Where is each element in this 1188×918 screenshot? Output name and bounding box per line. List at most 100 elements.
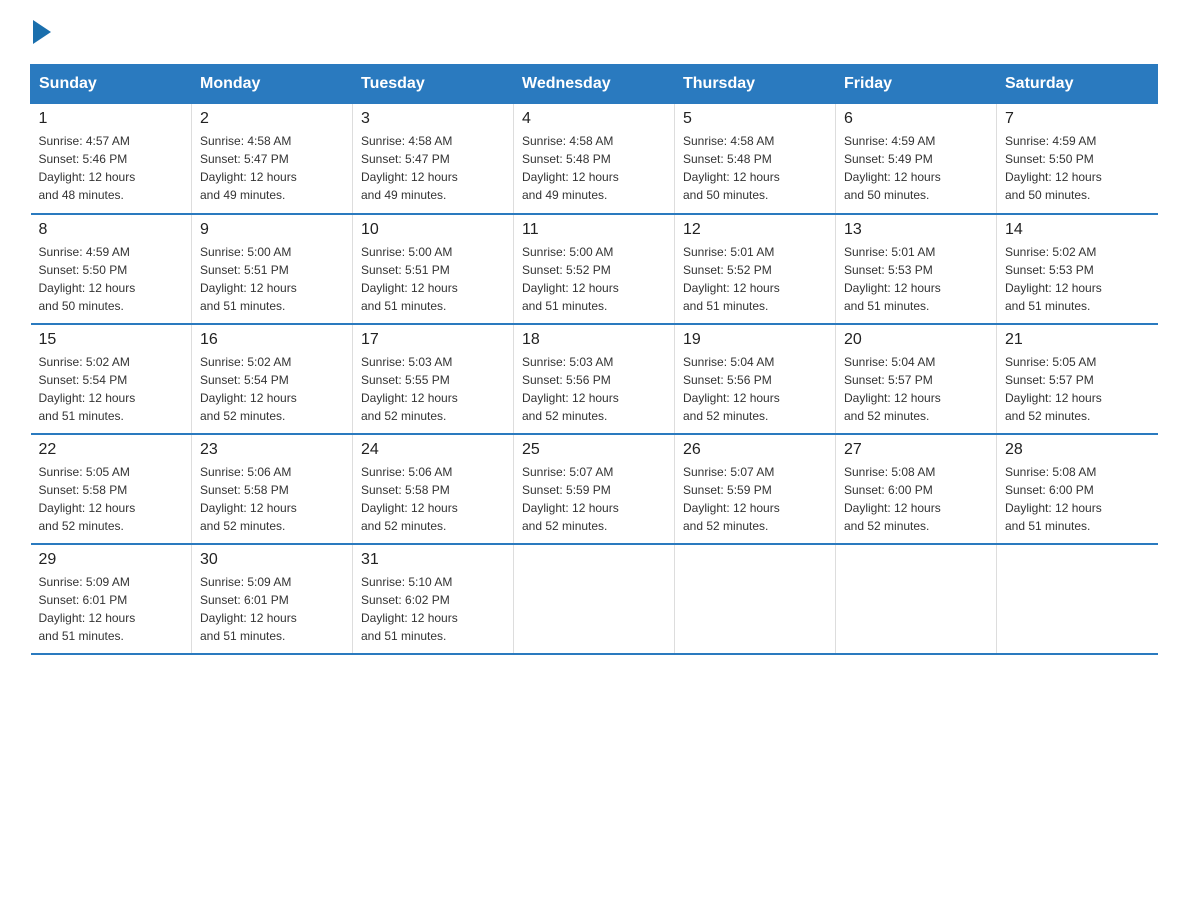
calendar-cell: 25 Sunrise: 5:07 AM Sunset: 5:59 PM Dayl… xyxy=(514,434,675,544)
day-number: 26 xyxy=(683,441,827,459)
day-number: 6 xyxy=(844,110,988,128)
day-info: Sunrise: 5:00 AM Sunset: 5:52 PM Dayligh… xyxy=(522,243,666,315)
day-number: 14 xyxy=(1005,221,1150,239)
calendar-cell: 6 Sunrise: 4:59 AM Sunset: 5:49 PM Dayli… xyxy=(836,104,997,214)
day-info: Sunrise: 5:01 AM Sunset: 5:52 PM Dayligh… xyxy=(683,243,827,315)
day-info: Sunrise: 5:02 AM Sunset: 5:54 PM Dayligh… xyxy=(200,353,344,425)
calendar-cell: 15 Sunrise: 5:02 AM Sunset: 5:54 PM Dayl… xyxy=(31,324,192,434)
calendar-cell: 29 Sunrise: 5:09 AM Sunset: 6:01 PM Dayl… xyxy=(31,544,192,654)
day-info: Sunrise: 4:59 AM Sunset: 5:49 PM Dayligh… xyxy=(844,132,988,204)
day-number: 11 xyxy=(522,221,666,239)
header-thursday: Thursday xyxy=(675,65,836,104)
day-info: Sunrise: 4:57 AM Sunset: 5:46 PM Dayligh… xyxy=(39,132,184,204)
day-number: 29 xyxy=(39,551,184,569)
week-row-3: 15 Sunrise: 5:02 AM Sunset: 5:54 PM Dayl… xyxy=(31,324,1158,434)
day-number: 12 xyxy=(683,221,827,239)
day-number: 10 xyxy=(361,221,505,239)
calendar-cell: 28 Sunrise: 5:08 AM Sunset: 6:00 PM Dayl… xyxy=(997,434,1158,544)
day-info: Sunrise: 4:58 AM Sunset: 5:47 PM Dayligh… xyxy=(200,132,344,204)
day-info: Sunrise: 5:00 AM Sunset: 5:51 PM Dayligh… xyxy=(361,243,505,315)
day-info: Sunrise: 5:03 AM Sunset: 5:55 PM Dayligh… xyxy=(361,353,505,425)
day-info: Sunrise: 5:00 AM Sunset: 5:51 PM Dayligh… xyxy=(200,243,344,315)
day-info: Sunrise: 5:06 AM Sunset: 5:58 PM Dayligh… xyxy=(361,463,505,535)
calendar-cell: 9 Sunrise: 5:00 AM Sunset: 5:51 PM Dayli… xyxy=(192,214,353,324)
day-info: Sunrise: 5:06 AM Sunset: 5:58 PM Dayligh… xyxy=(200,463,344,535)
logo-triangle-icon xyxy=(33,20,51,44)
calendar-cell: 14 Sunrise: 5:02 AM Sunset: 5:53 PM Dayl… xyxy=(997,214,1158,324)
day-info: Sunrise: 4:58 AM Sunset: 5:47 PM Dayligh… xyxy=(361,132,505,204)
day-info: Sunrise: 5:09 AM Sunset: 6:01 PM Dayligh… xyxy=(200,573,344,645)
day-number: 31 xyxy=(361,551,505,569)
calendar-cell: 7 Sunrise: 4:59 AM Sunset: 5:50 PM Dayli… xyxy=(997,104,1158,214)
day-number: 13 xyxy=(844,221,988,239)
calendar-cell: 11 Sunrise: 5:00 AM Sunset: 5:52 PM Dayl… xyxy=(514,214,675,324)
day-number: 17 xyxy=(361,331,505,349)
header-monday: Monday xyxy=(192,65,353,104)
calendar-cell: 5 Sunrise: 4:58 AM Sunset: 5:48 PM Dayli… xyxy=(675,104,836,214)
day-info: Sunrise: 5:08 AM Sunset: 6:00 PM Dayligh… xyxy=(844,463,988,535)
calendar-cell: 1 Sunrise: 4:57 AM Sunset: 5:46 PM Dayli… xyxy=(31,104,192,214)
day-info: Sunrise: 5:01 AM Sunset: 5:53 PM Dayligh… xyxy=(844,243,988,315)
day-info: Sunrise: 5:02 AM Sunset: 5:54 PM Dayligh… xyxy=(39,353,184,425)
calendar-cell xyxy=(675,544,836,654)
calendar-cell xyxy=(514,544,675,654)
day-number: 5 xyxy=(683,110,827,128)
day-info: Sunrise: 4:58 AM Sunset: 5:48 PM Dayligh… xyxy=(522,132,666,204)
calendar-cell xyxy=(836,544,997,654)
calendar-cell: 24 Sunrise: 5:06 AM Sunset: 5:58 PM Dayl… xyxy=(353,434,514,544)
week-row-4: 22 Sunrise: 5:05 AM Sunset: 5:58 PM Dayl… xyxy=(31,434,1158,544)
calendar-header-row: SundayMondayTuesdayWednesdayThursdayFrid… xyxy=(31,65,1158,104)
day-info: Sunrise: 5:09 AM Sunset: 6:01 PM Dayligh… xyxy=(39,573,184,645)
calendar-cell: 18 Sunrise: 5:03 AM Sunset: 5:56 PM Dayl… xyxy=(514,324,675,434)
calendar-cell: 19 Sunrise: 5:04 AM Sunset: 5:56 PM Dayl… xyxy=(675,324,836,434)
day-number: 27 xyxy=(844,441,988,459)
day-info: Sunrise: 4:58 AM Sunset: 5:48 PM Dayligh… xyxy=(683,132,827,204)
day-number: 1 xyxy=(39,110,184,128)
day-info: Sunrise: 5:10 AM Sunset: 6:02 PM Dayligh… xyxy=(361,573,505,645)
day-number: 28 xyxy=(1005,441,1150,459)
logo xyxy=(30,20,54,44)
day-number: 16 xyxy=(200,331,344,349)
day-number: 4 xyxy=(522,110,666,128)
day-info: Sunrise: 5:04 AM Sunset: 5:57 PM Dayligh… xyxy=(844,353,988,425)
calendar-cell: 21 Sunrise: 5:05 AM Sunset: 5:57 PM Dayl… xyxy=(997,324,1158,434)
day-number: 23 xyxy=(200,441,344,459)
header-wednesday: Wednesday xyxy=(514,65,675,104)
header-saturday: Saturday xyxy=(997,65,1158,104)
calendar-cell: 4 Sunrise: 4:58 AM Sunset: 5:48 PM Dayli… xyxy=(514,104,675,214)
day-info: Sunrise: 4:59 AM Sunset: 5:50 PM Dayligh… xyxy=(1005,132,1150,204)
calendar-cell: 26 Sunrise: 5:07 AM Sunset: 5:59 PM Dayl… xyxy=(675,434,836,544)
day-info: Sunrise: 5:08 AM Sunset: 6:00 PM Dayligh… xyxy=(1005,463,1150,535)
day-number: 22 xyxy=(39,441,184,459)
day-number: 19 xyxy=(683,331,827,349)
week-row-1: 1 Sunrise: 4:57 AM Sunset: 5:46 PM Dayli… xyxy=(31,104,1158,214)
day-number: 2 xyxy=(200,110,344,128)
calendar-cell: 12 Sunrise: 5:01 AM Sunset: 5:52 PM Dayl… xyxy=(675,214,836,324)
page-header xyxy=(30,20,1158,44)
day-number: 8 xyxy=(39,221,184,239)
day-number: 30 xyxy=(200,551,344,569)
day-number: 7 xyxy=(1005,110,1150,128)
week-row-2: 8 Sunrise: 4:59 AM Sunset: 5:50 PM Dayli… xyxy=(31,214,1158,324)
day-info: Sunrise: 4:59 AM Sunset: 5:50 PM Dayligh… xyxy=(39,243,184,315)
day-info: Sunrise: 5:03 AM Sunset: 5:56 PM Dayligh… xyxy=(522,353,666,425)
calendar-cell: 31 Sunrise: 5:10 AM Sunset: 6:02 PM Dayl… xyxy=(353,544,514,654)
day-number: 15 xyxy=(39,331,184,349)
day-info: Sunrise: 5:07 AM Sunset: 5:59 PM Dayligh… xyxy=(683,463,827,535)
calendar-cell: 23 Sunrise: 5:06 AM Sunset: 5:58 PM Dayl… xyxy=(192,434,353,544)
day-number: 20 xyxy=(844,331,988,349)
calendar-cell: 8 Sunrise: 4:59 AM Sunset: 5:50 PM Dayli… xyxy=(31,214,192,324)
calendar-cell: 13 Sunrise: 5:01 AM Sunset: 5:53 PM Dayl… xyxy=(836,214,997,324)
day-info: Sunrise: 5:05 AM Sunset: 5:58 PM Dayligh… xyxy=(39,463,184,535)
calendar-cell: 3 Sunrise: 4:58 AM Sunset: 5:47 PM Dayli… xyxy=(353,104,514,214)
header-friday: Friday xyxy=(836,65,997,104)
calendar-cell: 17 Sunrise: 5:03 AM Sunset: 5:55 PM Dayl… xyxy=(353,324,514,434)
calendar-cell: 2 Sunrise: 4:58 AM Sunset: 5:47 PM Dayli… xyxy=(192,104,353,214)
calendar-cell: 20 Sunrise: 5:04 AM Sunset: 5:57 PM Dayl… xyxy=(836,324,997,434)
day-info: Sunrise: 5:05 AM Sunset: 5:57 PM Dayligh… xyxy=(1005,353,1150,425)
calendar-cell: 22 Sunrise: 5:05 AM Sunset: 5:58 PM Dayl… xyxy=(31,434,192,544)
calendar-table: SundayMondayTuesdayWednesdayThursdayFrid… xyxy=(30,64,1158,655)
header-tuesday: Tuesday xyxy=(353,65,514,104)
day-number: 25 xyxy=(522,441,666,459)
calendar-cell: 16 Sunrise: 5:02 AM Sunset: 5:54 PM Dayl… xyxy=(192,324,353,434)
